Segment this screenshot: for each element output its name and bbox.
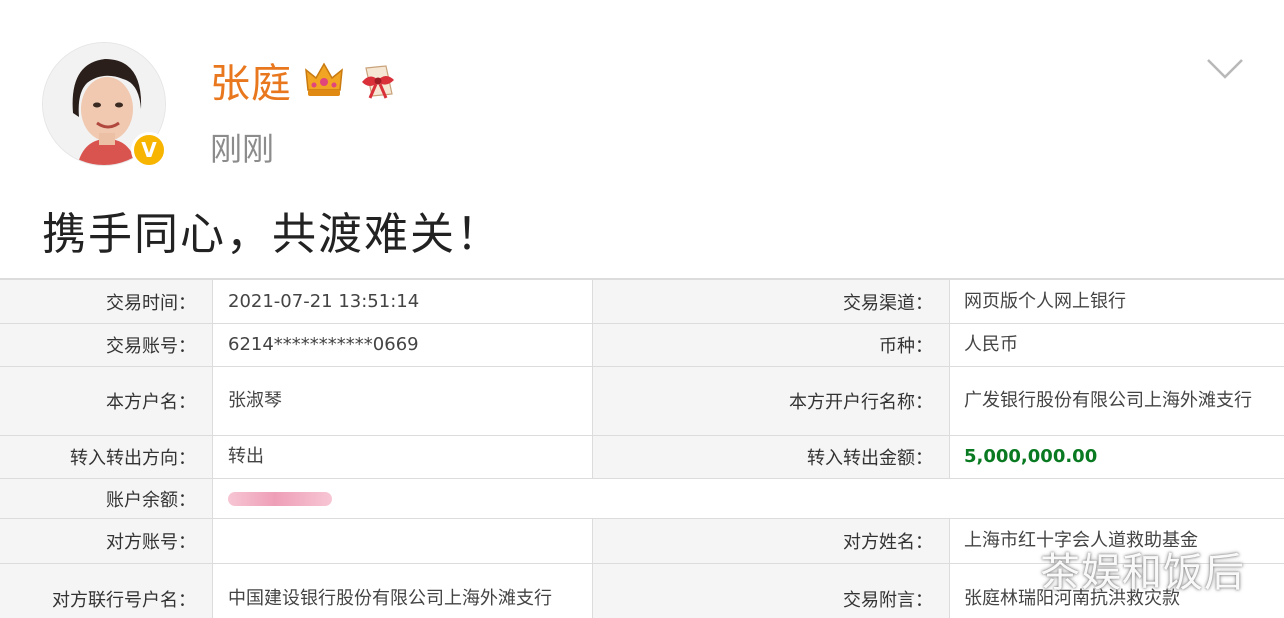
receipt-row: 交易时间： 2021-07-21 13:51:14 交易渠道： 网页版个人网上银…: [0, 280, 1284, 324]
receipt-label: 对方账号：: [0, 519, 213, 563]
receipt-row: 交易账号： 6214***********0669 币种： 人民币: [0, 324, 1284, 367]
receipt-value: 张淑琴: [213, 367, 593, 435]
receipt-label: 转入转出金额：: [593, 436, 950, 478]
verified-badge-icon: V: [131, 132, 167, 168]
crown-badge-icon[interactable]: [302, 58, 346, 102]
transfer-amount: 5,000,000.00: [964, 446, 1098, 467]
gift-badge-icon[interactable]: [356, 58, 400, 102]
watermark-text: 茶娱和饭后: [1040, 550, 1245, 596]
receipt-label: 本方户名：: [0, 367, 213, 435]
receipt-label: 交易时间：: [0, 280, 213, 323]
post-author[interactable]: 张庭: [210, 50, 400, 110]
receipt-value: [213, 479, 593, 518]
post-text: 携手同心，共渡难关！: [42, 209, 502, 260]
chevron-down-icon[interactable]: [1206, 58, 1244, 80]
receipt-label: 账户余额：: [0, 479, 213, 518]
receipt-label: 对方姓名：: [593, 519, 950, 563]
receipt-empty: [593, 479, 1284, 518]
receipt-value: 2021-07-21 13:51:14: [213, 280, 593, 323]
receipt-row: 转入转出方向： 转出 转入转出金额： 5,000,000.00: [0, 436, 1284, 479]
receipt-row: 本方户名： 张淑琴 本方开户行名称： 广发银行股份有限公司上海外滩支行: [0, 367, 1284, 436]
receipt-label: 本方开户行名称：: [593, 367, 950, 435]
receipt-value: [213, 519, 593, 563]
receipt-label: 交易渠道：: [593, 280, 950, 323]
receipt-label: 交易附言：: [593, 564, 950, 618]
user-avatar[interactable]: V: [42, 42, 167, 168]
receipt-row: 账户余额：: [0, 479, 1284, 519]
receipt-value: 6214***********0669: [213, 324, 593, 366]
post-timestamp[interactable]: 刚刚: [210, 124, 274, 170]
receipt-label: 币种：: [593, 324, 950, 366]
redacted-balance: [228, 491, 332, 506]
receipt-value: 广发银行股份有限公司上海外滩支行: [964, 390, 1252, 411]
receipt-value: 转出: [213, 436, 593, 478]
username[interactable]: 张庭: [210, 51, 292, 109]
receipt-value: 中国建设银行股份有限公司上海外滩支行: [213, 564, 593, 618]
receipt-label: 对方联行号户名：: [0, 564, 213, 618]
receipt-value: 网页版个人网上银行: [964, 290, 1126, 312]
receipt-label: 交易账号：: [0, 324, 213, 366]
receipt-label: 转入转出方向：: [0, 436, 213, 478]
receipt-value: 人民币: [964, 334, 1018, 355]
